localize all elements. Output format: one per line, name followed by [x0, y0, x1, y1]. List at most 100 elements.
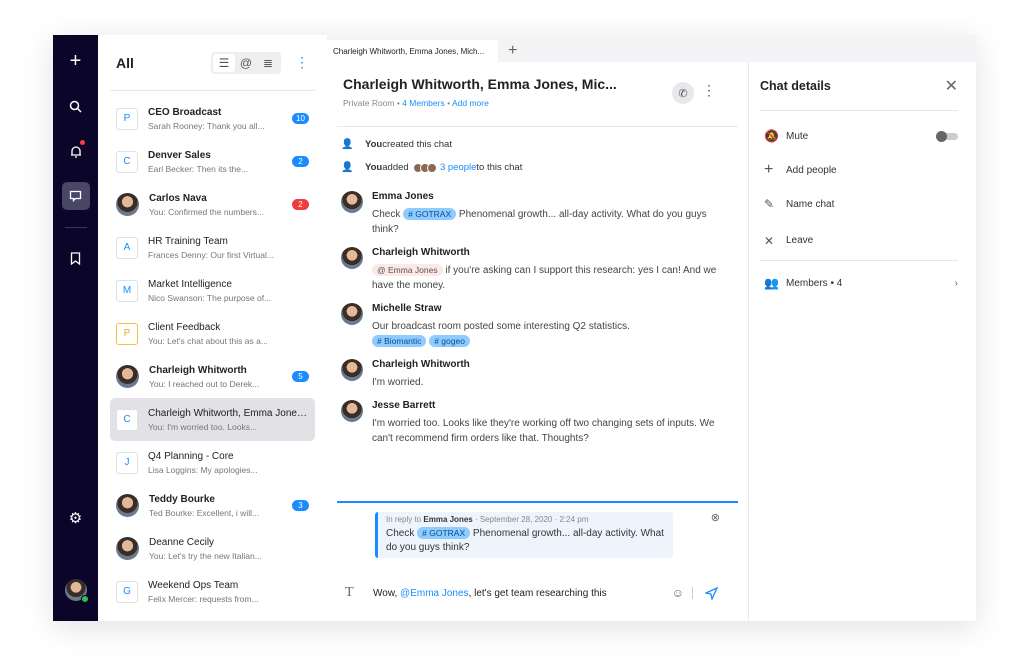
all-filter-icon[interactable]: ☰: [213, 53, 235, 72]
chat-icon: [69, 190, 82, 202]
room-avatar: J: [116, 451, 138, 474]
chat-list-item[interactable]: Carlos Nava You: Confirmed the numbers...…: [110, 183, 315, 226]
chat-list-item[interactable]: Deanne Cecily You: Let's try the new Ital…: [110, 527, 315, 570]
chat-name: Charleigh Whitworth, Emma Jones...: [148, 407, 309, 419]
chat-list-item[interactable]: A HR Training Team Frances Denny: Our firs…: [110, 226, 315, 269]
send-icon[interactable]: [705, 586, 718, 600]
chat-list-item[interactable]: J Q4 Planning - Core Lisa Loggins: My apol…: [110, 441, 315, 484]
chat-name: Client Feedback: [148, 321, 221, 333]
chats-button[interactable]: [61, 182, 90, 210]
room-avatar: M: [116, 279, 138, 302]
new-tab-plus-icon[interactable]: +: [508, 42, 517, 60]
chat-list-panel: All ☰ @ ≣ ⋮ P CEO Broadcast Sarah Rooney: …: [98, 35, 327, 621]
input-divider: [692, 587, 693, 599]
conversation-title: Charleigh Whitworth, Emma Jones, Mic...: [343, 76, 617, 92]
settings-button[interactable]: ⚙: [62, 504, 90, 532]
sender-avatar: [341, 191, 363, 213]
unread-badge: 3: [292, 500, 309, 511]
unread-badge: 10: [292, 113, 309, 124]
room-type: Private Room: [343, 98, 395, 108]
room-avatar: C: [116, 150, 138, 173]
chat-list-item[interactable]: M Market Intelligence Nico Swanson: The pu…: [110, 269, 315, 312]
message-input-row: T Wow, @Emma Jones, let's get team resea…: [345, 585, 718, 601]
to-chat-text: to this chat: [476, 162, 523, 173]
reply-label: In reply to: [386, 515, 422, 524]
chat-name: Q4 Planning - Core: [148, 450, 234, 462]
chat-list-item[interactable]: P Client Feedback You: Let's chat about th…: [110, 312, 315, 355]
online-status-icon: [80, 595, 89, 603]
hashtag-chip[interactable]: # Biomantic: [372, 335, 427, 347]
message-text: Check: [372, 209, 404, 220]
bell-icon: [70, 145, 81, 158]
chat-list-item[interactable]: G Weekend Ops Team Felix Mercer: requests …: [110, 570, 315, 613]
chat-name: Deanne Cecily: [149, 536, 215, 548]
mention-chip[interactable]: @ Emma Jones: [372, 264, 443, 276]
text-format-icon[interactable]: T: [345, 585, 373, 601]
bookmarks-button[interactable]: [62, 244, 90, 272]
chat-list-item[interactable]: Teddy Bourke Ted Bourke: Excellent, i wil…: [110, 484, 315, 527]
chat-preview: You: I reached out to Derek...: [149, 378, 260, 389]
close-reply-icon[interactable]: ⊗: [711, 511, 720, 524]
add-people-label: Add people: [786, 164, 837, 176]
search-button[interactable]: [62, 92, 90, 120]
contact-avatar: [116, 193, 139, 216]
chat-name: Carlos Nava: [149, 192, 207, 204]
chat-list-item[interactable]: Charleigh Whitworth You: I reached out to…: [110, 355, 315, 398]
message-text: Our broadcast room posted some interesti…: [372, 321, 630, 332]
message-input[interactable]: Wow, @Emma Jones, let's get team researc…: [373, 588, 672, 599]
unread-filter-icon[interactable]: ≣: [257, 54, 279, 72]
filter-segmented: ☰ @ ≣: [211, 51, 281, 74]
mute-label: Mute: [786, 130, 809, 142]
name-chat-row[interactable]: ✎ Name chat: [760, 187, 958, 221]
mentions-filter-icon[interactable]: @: [235, 54, 257, 72]
hashtag-chip[interactable]: # gogeo: [429, 335, 470, 347]
emoji-icon[interactable]: ☺: [672, 586, 684, 600]
mute-toggle[interactable]: [936, 130, 958, 142]
mute-row[interactable]: 🔕 Mute: [760, 119, 958, 153]
header-more-icon[interactable]: ⋮: [702, 82, 716, 99]
reply-date: September 28, 2020: [479, 515, 553, 524]
person-add-icon: 👤: [341, 162, 354, 173]
chat-preview: You: I'm worried too. Looks...: [148, 421, 258, 432]
reply-tag[interactable]: GOTRAX: [429, 528, 465, 538]
chevron-right-icon: ›: [954, 277, 958, 289]
created-text: created this chat: [382, 139, 452, 150]
message: Charleigh Whitworth I'm worried.: [327, 359, 748, 390]
chat-name: HR Training Team: [148, 235, 228, 247]
members-link[interactable]: 4 Members: [402, 98, 445, 108]
you-label: You: [365, 162, 383, 173]
added-text: added: [382, 162, 409, 173]
system-added: 👤 You added 3 people to this chat: [327, 156, 748, 179]
chat-list-item[interactable]: C Charleigh Whitworth, Emma Jones... You: …: [110, 398, 315, 441]
members-row[interactable]: 👥 Members • 4 ›: [760, 261, 958, 305]
chat-name: Teddy Bourke: [149, 493, 215, 505]
people-link[interactable]: 3 people: [440, 162, 476, 173]
notification-dot: [79, 140, 85, 145]
chat-preview: Ted Bourke: Excellent, i will...: [149, 507, 260, 518]
reply-preview: In reply to Emma Jones · September 28, 2…: [375, 512, 673, 558]
call-button[interactable]: ✆: [672, 82, 694, 104]
chat-preview: Frances Denny: Our first Virtual...: [148, 249, 274, 260]
add-more-link[interactable]: Add more: [452, 98, 489, 108]
hashtag-chip[interactable]: # GOTRAX: [403, 208, 457, 220]
close-icon[interactable]: ✕: [945, 76, 958, 96]
user-avatar[interactable]: [64, 579, 89, 603]
members-icon: 👥: [764, 276, 779, 290]
chat-list-item[interactable]: P CEO Broadcast Sarah Rooney: Thank you al…: [110, 97, 315, 140]
chat-preview: Sarah Rooney: Thank you all...: [148, 120, 265, 131]
add-people-row[interactable]: + Add people: [760, 153, 958, 187]
gear-icon: ⚙: [68, 510, 83, 527]
leave-row[interactable]: ✕ Leave: [760, 221, 958, 261]
chat-preview: Earl Becker: Then its the...: [148, 163, 248, 174]
chat-name: CEO Broadcast: [148, 106, 222, 118]
room-avatar: C: [116, 408, 138, 431]
notifications-button[interactable]: [62, 137, 90, 165]
rail-divider: [64, 227, 87, 228]
more-options-icon[interactable]: ⋮: [295, 54, 309, 71]
bookmark-icon: [70, 251, 81, 265]
message: Michelle Straw Our broadcast room posted …: [327, 303, 748, 349]
tab-conversation[interactable]: Charleigh Whitworth, Emma Jones, Mich...: [327, 40, 498, 62]
chat-list-item[interactable]: C Denver Sales Earl Becker: Then its the..…: [110, 140, 315, 183]
contact-avatar: [116, 365, 139, 388]
new-button[interactable]: +: [62, 47, 90, 75]
